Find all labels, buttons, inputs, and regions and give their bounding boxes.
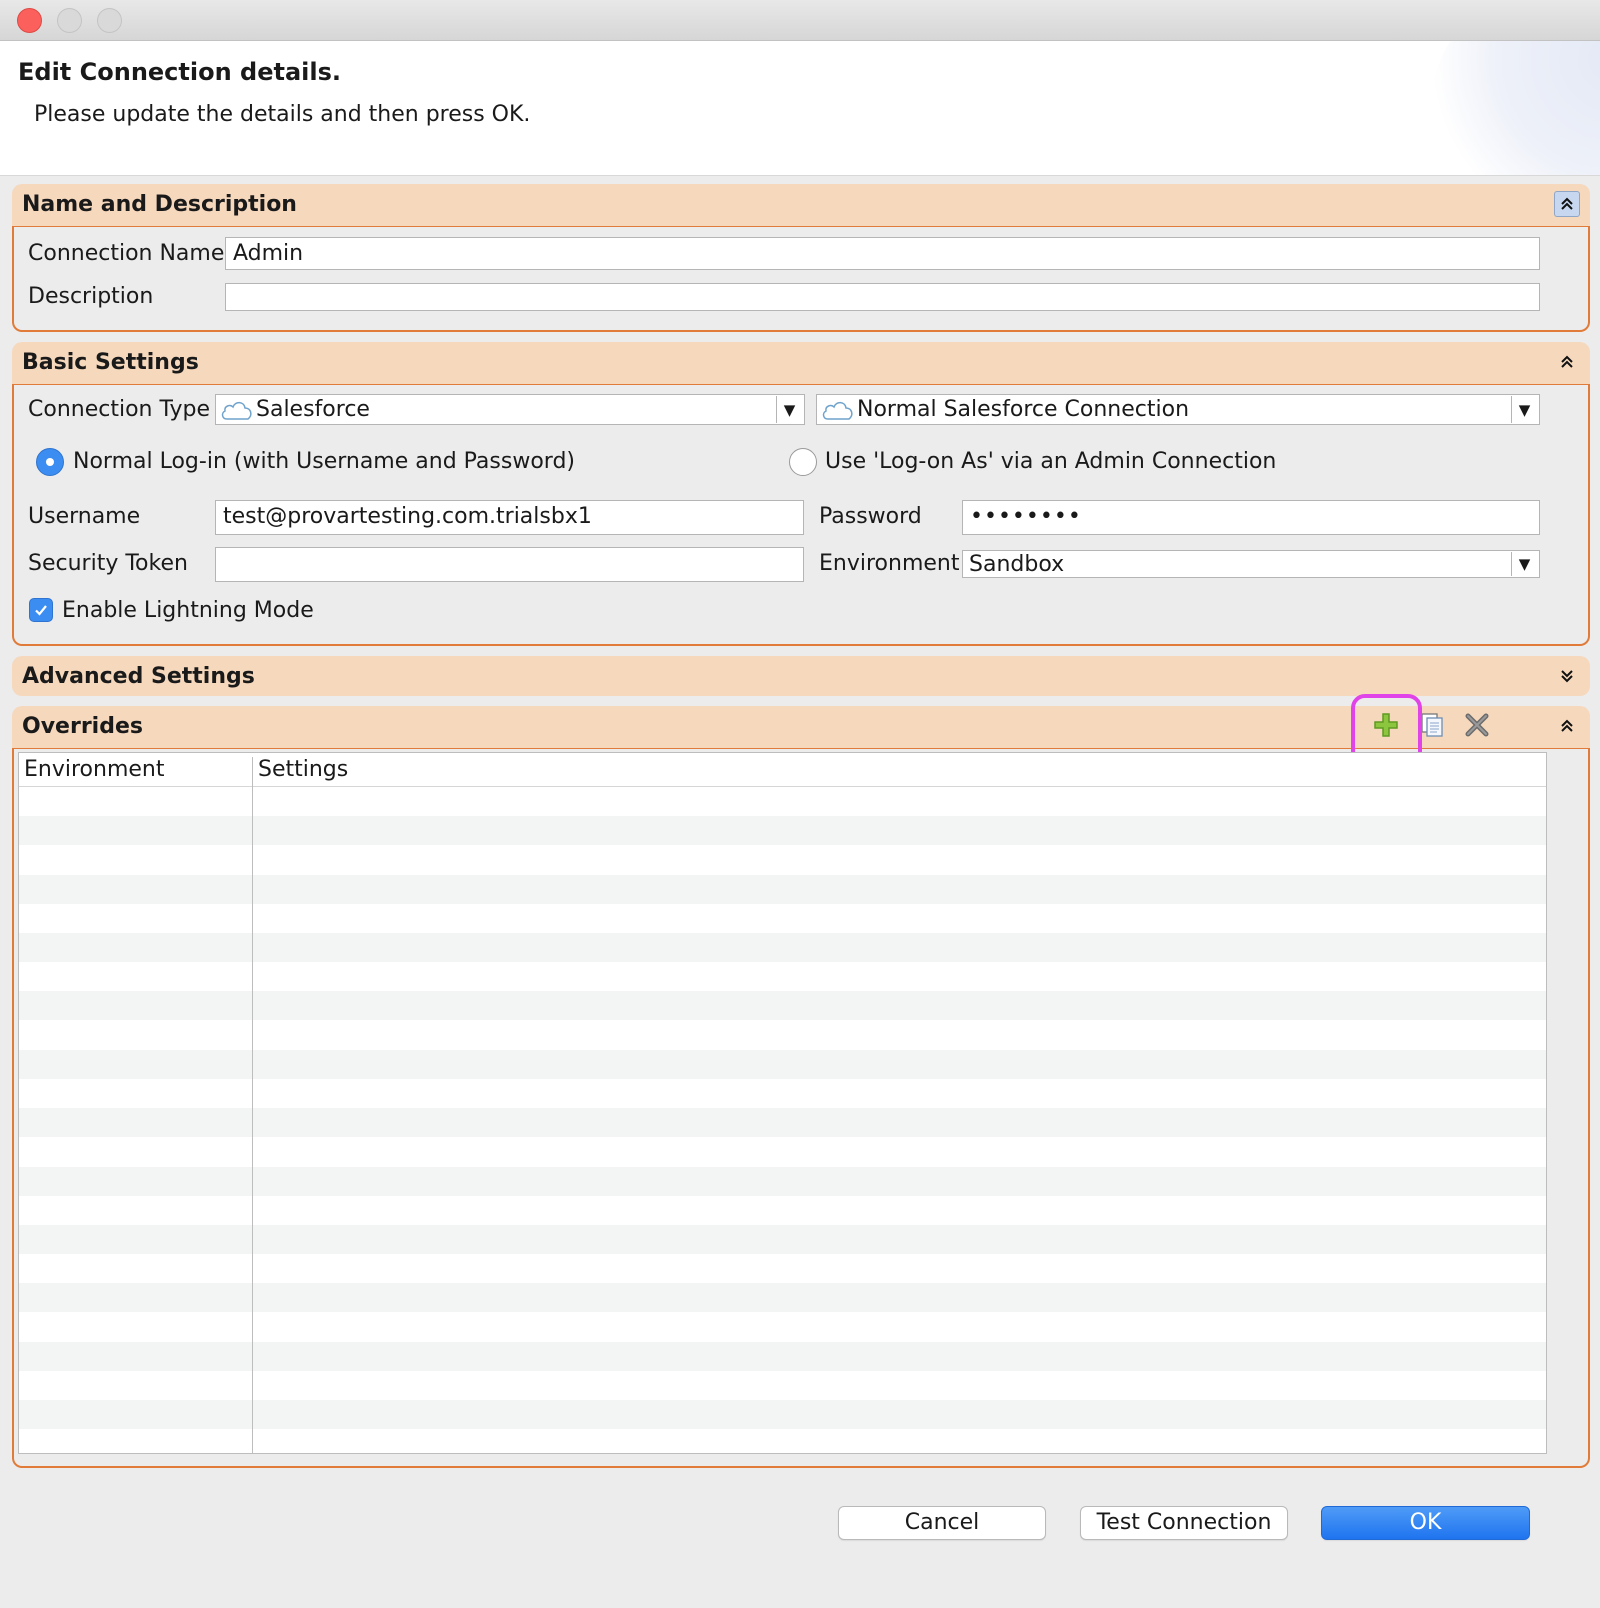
table-row — [19, 1254, 1546, 1283]
description-input[interactable] — [225, 283, 1540, 311]
edit-connection-dialog: Edit Connection details. Please update t… — [0, 0, 1600, 1608]
section-header-advanced-settings[interactable]: Advanced Settings — [12, 656, 1590, 696]
section-header-name-description: Name and Description — [12, 184, 1590, 226]
table-row — [19, 1283, 1546, 1313]
section-title: Name and Description — [22, 192, 297, 217]
section-title: Advanced Settings — [22, 664, 255, 689]
dropdown-arrow-icon: ▼ — [1511, 396, 1537, 423]
connection-type-value: Salesforce — [256, 397, 370, 422]
collapse-icon[interactable] — [1554, 713, 1580, 739]
admin-login-label: Use 'Log-on As' via an Admin Connection — [825, 449, 1277, 474]
collapse-icon[interactable] — [1554, 349, 1580, 375]
checkmark-icon — [35, 605, 47, 616]
admin-login-radio[interactable] — [789, 448, 817, 476]
password-input[interactable]: •••••••• — [962, 500, 1540, 535]
delete-icon[interactable] — [1461, 709, 1493, 741]
table-row — [19, 1079, 1546, 1108]
dialog-title: Edit Connection details. — [18, 58, 342, 86]
table-header: Environment Settings — [19, 753, 1546, 787]
connection-type-select[interactable]: Salesforce ▼ — [215, 394, 805, 425]
normal-login-radio[interactable] — [36, 448, 64, 476]
table-row — [19, 991, 1546, 1021]
column-header-environment[interactable]: Environment — [24, 757, 164, 782]
table-row — [19, 1341, 1546, 1371]
section-header-basic-settings: Basic Settings — [12, 342, 1590, 384]
table-row — [19, 1166, 1546, 1196]
table-row — [19, 1196, 1546, 1225]
section-title: Overrides — [22, 714, 143, 739]
username-input[interactable]: test@provartesting.com.trialsbx1 — [215, 500, 804, 535]
table-row — [19, 933, 1546, 962]
connection-subtype-value: Normal Salesforce Connection — [857, 397, 1190, 422]
environment-label: Environment — [819, 551, 960, 576]
dialog-header: Edit Connection details. Please update t… — [0, 41, 1600, 176]
table-row — [19, 787, 1546, 816]
environment-select[interactable]: Sandbox ▼ — [962, 550, 1540, 578]
table-row — [19, 962, 1546, 991]
close-window-button[interactable] — [17, 8, 42, 33]
username-label: Username — [28, 504, 141, 529]
password-label: Password — [819, 504, 922, 529]
column-header-settings[interactable]: Settings — [258, 757, 348, 782]
cancel-button[interactable]: Cancel — [838, 1506, 1046, 1540]
table-row — [19, 1429, 1546, 1453]
normal-login-label: Normal Log-in (with Username and Passwor… — [73, 449, 575, 474]
table-row — [19, 1225, 1546, 1254]
ok-button[interactable]: OK — [1321, 1506, 1530, 1540]
table-row — [19, 816, 1546, 846]
dialog-subtitle: Please update the details and then press… — [34, 102, 531, 127]
header-banner-graphic — [1430, 41, 1600, 175]
connection-type-label: Connection Type — [28, 397, 211, 422]
dropdown-arrow-icon: ▼ — [776, 396, 802, 423]
security-token-input[interactable] — [215, 547, 804, 582]
title-bar — [0, 0, 1600, 41]
table-row — [19, 874, 1546, 904]
maximize-window-button[interactable] — [97, 8, 122, 33]
section-title: Basic Settings — [22, 350, 199, 375]
table-row — [19, 1371, 1546, 1400]
test-connection-button[interactable]: Test Connection — [1080, 1506, 1288, 1540]
cloud-icon — [220, 398, 254, 428]
connection-subtype-select[interactable]: Normal Salesforce Connection ▼ — [816, 394, 1540, 425]
cloud-icon — [821, 398, 855, 428]
overrides-table[interactable]: Environment Settings — [18, 752, 1547, 1454]
dropdown-arrow-icon: ▼ — [1511, 552, 1537, 576]
table-row — [19, 1049, 1546, 1079]
table-row — [19, 845, 1546, 874]
table-row — [19, 1137, 1546, 1166]
description-label: Description — [28, 284, 154, 309]
expand-icon[interactable] — [1554, 663, 1580, 689]
table-row — [19, 1400, 1546, 1430]
minimize-window-button[interactable] — [57, 8, 82, 33]
security-token-label: Security Token — [28, 551, 188, 576]
table-row — [19, 1313, 1546, 1342]
table-row — [19, 1021, 1546, 1050]
table-row — [19, 1108, 1546, 1138]
connection-name-input[interactable]: Admin — [225, 237, 1540, 270]
collapse-icon[interactable] — [1554, 191, 1580, 217]
connection-name-label: Connection Name — [28, 241, 225, 266]
environment-value: Sandbox — [969, 552, 1065, 577]
table-row — [19, 904, 1546, 933]
enable-lightning-checkbox[interactable] — [29, 598, 53, 622]
column-divider — [252, 757, 253, 1453]
enable-lightning-label: Enable Lightning Mode — [62, 598, 314, 623]
